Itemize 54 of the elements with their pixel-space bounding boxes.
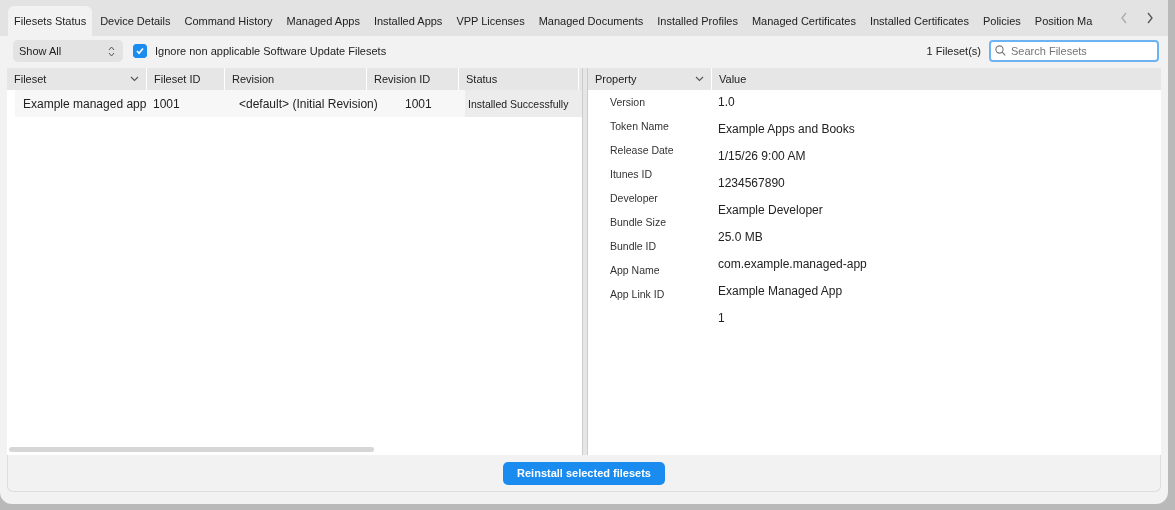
property-value: Example Developer bbox=[718, 203, 823, 217]
property-name: Token Name bbox=[610, 120, 669, 132]
property-value: 1/15/26 9:00 AM bbox=[718, 149, 806, 163]
property-value: 1234567890 bbox=[718, 176, 785, 190]
filter-dropdown[interactable]: Show All bbox=[13, 40, 123, 62]
table-cell: <default> (Initial Revision) bbox=[239, 96, 378, 111]
tab[interactable]: Filesets Status bbox=[8, 6, 93, 36]
table-cell: Example managed app bbox=[23, 96, 147, 111]
table-cell: 1001 bbox=[405, 96, 432, 111]
property-value: 1 bbox=[718, 311, 725, 325]
fileset-count: 1 Fileset(s) bbox=[926, 45, 981, 57]
tab[interactable]: VPP Licenses bbox=[450, 6, 531, 36]
property-name: Release Date bbox=[610, 144, 674, 156]
property-name: Bundle Size bbox=[610, 216, 667, 228]
property-value: 1.0 bbox=[718, 95, 735, 109]
sort-chevron-icon[interactable] bbox=[130, 76, 139, 82]
property-name: Developer bbox=[610, 192, 658, 204]
search-icon bbox=[995, 45, 1006, 56]
tab[interactable]: Device Details bbox=[94, 6, 177, 36]
tab[interactable]: Command History bbox=[178, 6, 279, 36]
property-value: 25.0 MB bbox=[718, 230, 763, 244]
table-cell: 1001 bbox=[153, 96, 180, 111]
table-cell: Installed Successfully bbox=[468, 97, 569, 110]
property-name: Itunes ID bbox=[610, 168, 653, 180]
up-down-chevron-icon bbox=[108, 45, 115, 57]
column-header[interactable]: Fileset bbox=[14, 73, 47, 85]
property-name: App Name bbox=[610, 264, 660, 276]
tab[interactable]: Installed Apps bbox=[367, 6, 449, 36]
tab[interactable]: Position Ma bbox=[1028, 6, 1099, 36]
search-field[interactable]: Search Filesets bbox=[989, 40, 1159, 62]
column-header[interactable]: Revision bbox=[232, 73, 275, 85]
property-name: App Link ID bbox=[610, 288, 665, 300]
tab[interactable]: Policies bbox=[976, 6, 1027, 36]
checkbox-label: Ignore non applicable Software Update Filesets bbox=[155, 45, 387, 57]
sort-chevron-icon[interactable] bbox=[695, 76, 704, 82]
column-header[interactable]: Fileset ID bbox=[154, 73, 201, 85]
checkmark-icon bbox=[135, 46, 145, 56]
tab[interactable]: Managed Apps bbox=[280, 6, 366, 36]
tab[interactable]: Managed Documents bbox=[532, 6, 650, 36]
column-header[interactable]: Property bbox=[595, 73, 637, 85]
column-header[interactable]: Status bbox=[466, 73, 498, 85]
column-header[interactable]: Revision ID bbox=[374, 73, 431, 85]
tab[interactable]: Installed Certificates bbox=[863, 6, 975, 36]
checkbox[interactable] bbox=[133, 44, 147, 58]
property-name: Version bbox=[610, 96, 646, 108]
property-name: Bundle ID bbox=[610, 240, 657, 252]
property-value: Example Apps and Books bbox=[718, 122, 855, 136]
property-value: Example Managed App bbox=[718, 284, 843, 298]
column-header[interactable]: Value bbox=[719, 73, 747, 85]
property-value: com.example.managed-app bbox=[718, 257, 867, 271]
tab[interactable]: Managed Certificates bbox=[745, 6, 862, 36]
chevron-right-icon[interactable] bbox=[1146, 12, 1154, 24]
scrollbar[interactable] bbox=[9, 447, 374, 452]
tab[interactable]: Installed Profiles bbox=[651, 6, 744, 36]
